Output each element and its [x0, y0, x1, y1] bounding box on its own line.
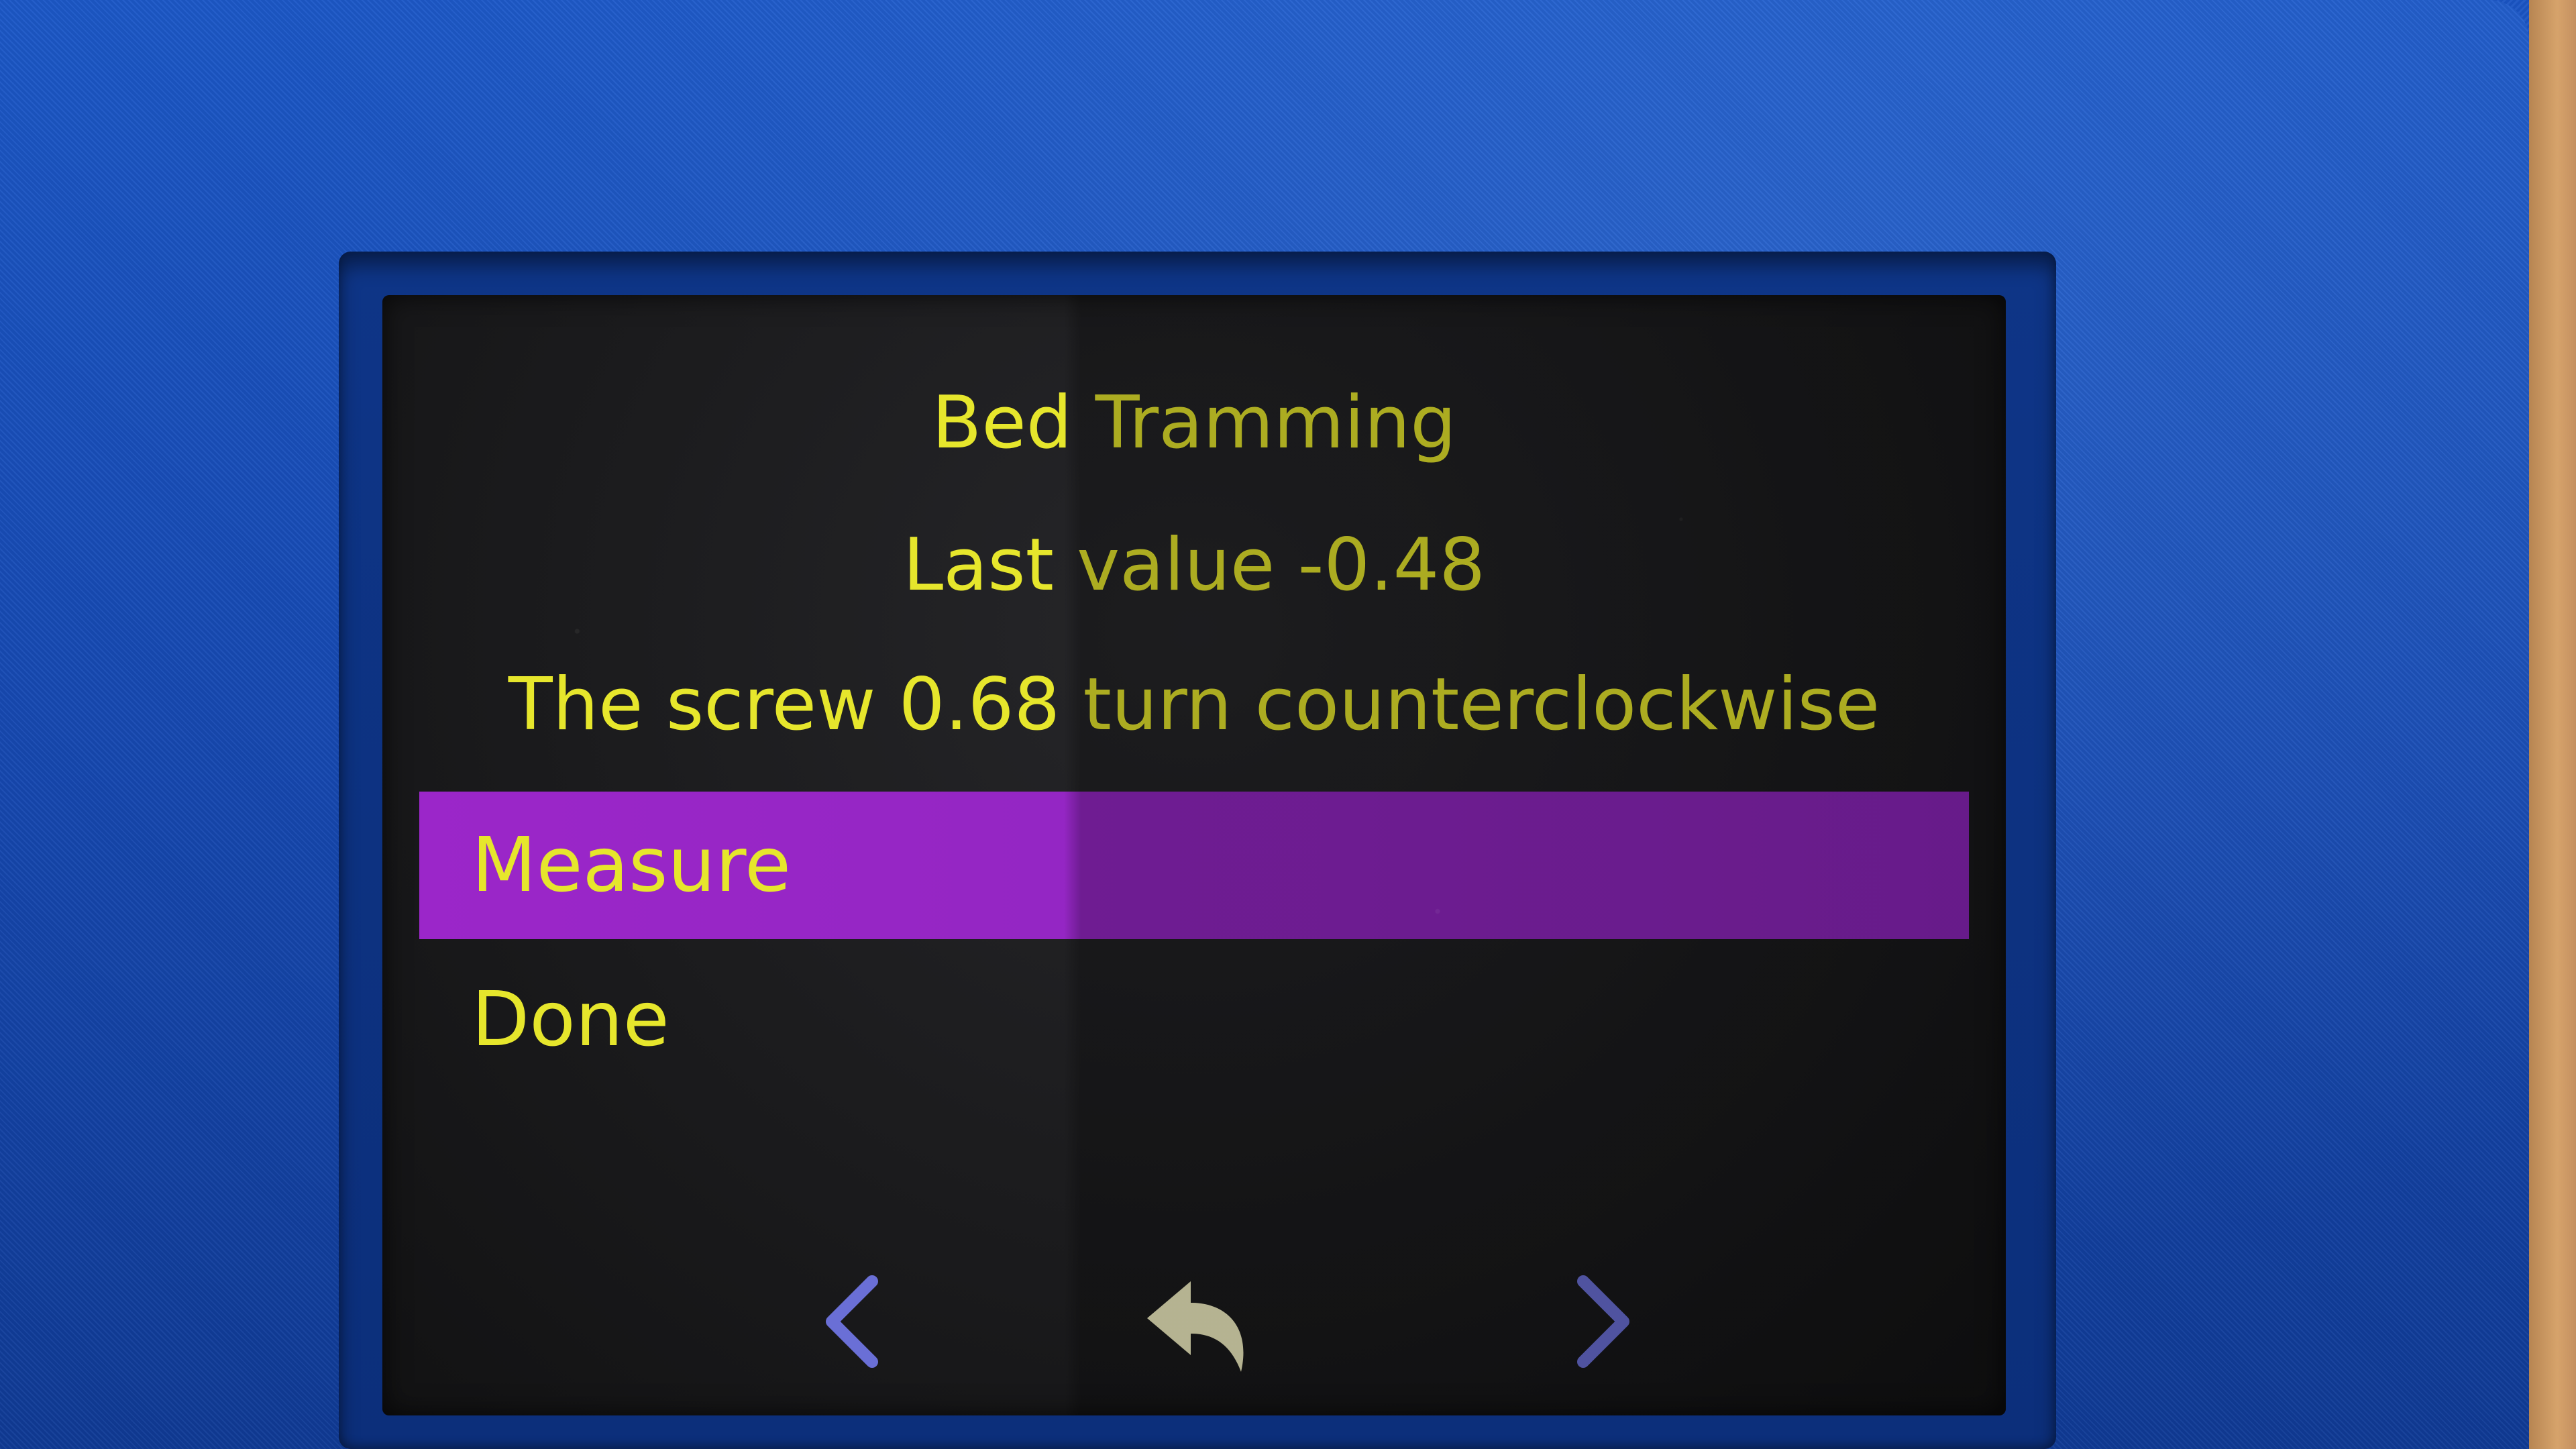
menu-item-measure[interactable]: Measure — [419, 792, 1969, 939]
last-value-text: Last value -0.48 — [902, 523, 1486, 607]
wooden-table-edge — [2529, 0, 2576, 1449]
previous-button[interactable] — [785, 1254, 919, 1389]
next-button[interactable] — [1536, 1254, 1670, 1389]
chevron-right-icon — [1577, 1275, 1629, 1368]
page-title: Bed Tramming — [932, 381, 1456, 465]
photo-scene: Bed Tramming Last value -0.48 The screw … — [0, 0, 2576, 1449]
menu-item-done[interactable]: Done — [419, 946, 1969, 1093]
back-button[interactable] — [1127, 1254, 1261, 1389]
chevron-left-icon — [826, 1275, 878, 1368]
instruction-text: The screw 0.68 turn counterclockwise — [508, 663, 1880, 747]
return-arrow-icon — [1147, 1281, 1244, 1372]
lcd-screen: Bed Tramming Last value -0.48 The screw … — [382, 295, 2006, 1415]
